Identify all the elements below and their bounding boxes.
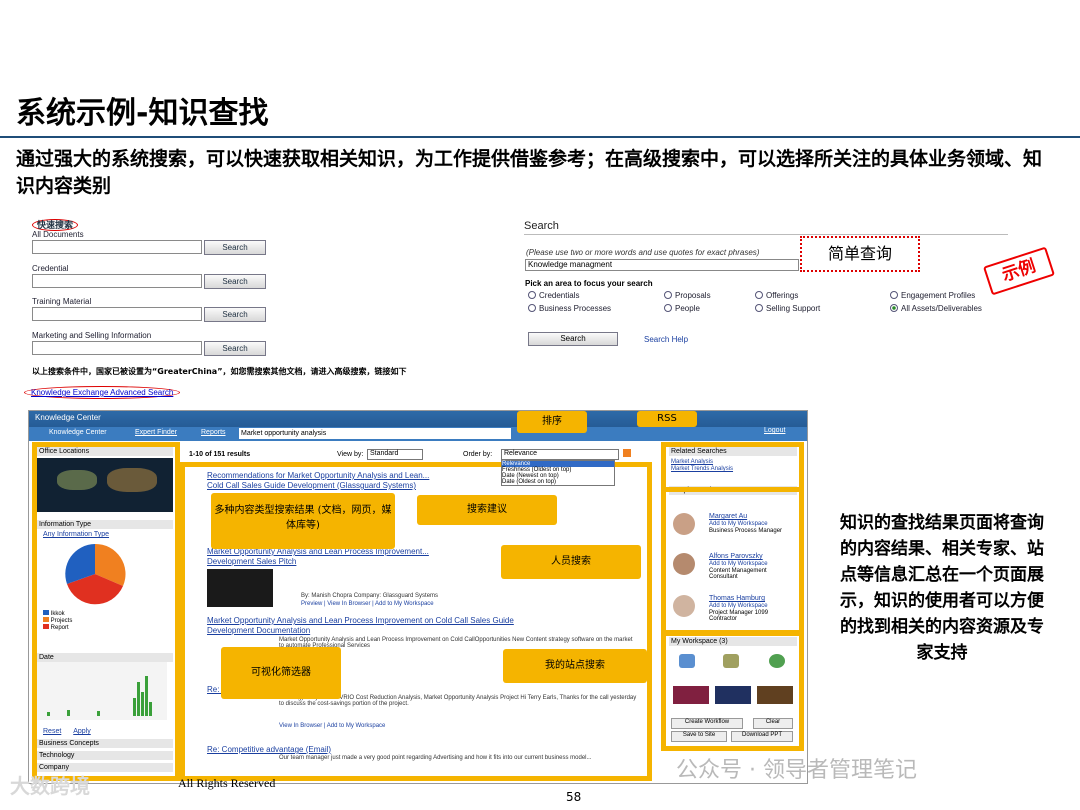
sort-callout: 排序 — [517, 411, 587, 433]
search-query-input[interactable]: Knowledge managment — [525, 259, 799, 271]
radio-proposals[interactable]: Proposals — [664, 291, 711, 300]
knowledge-center-window: Knowledge Center Knowledge Center Expert… — [28, 410, 808, 784]
radio-business-processes[interactable]: Business Processes — [528, 304, 611, 313]
footer-rights: All Rights Reserved — [178, 776, 276, 790]
search-panel-title: Search — [524, 220, 1008, 235]
qs-search-button-marketing[interactable]: Search — [204, 341, 266, 356]
order-option[interactable]: Date (Oldest on top) — [502, 479, 614, 485]
site-search-callout: 我的站点搜索 — [503, 649, 647, 683]
page-number: 58 — [566, 790, 582, 804]
corner-watermark: 大数跨境 — [10, 774, 90, 798]
search-hint: (Please use two or more words and use qu… — [526, 248, 760, 257]
view-by-label: View by: — [337, 451, 364, 458]
slide-title: 系统示例-知识查找 — [16, 96, 269, 131]
radio-label: Offerings — [766, 291, 799, 300]
qs-label-marketing: Marketing and Selling Information — [32, 331, 152, 340]
results-count: 1-10 of 151 results — [189, 451, 251, 458]
kc-search-input[interactable]: Market opportunity analysis — [239, 428, 511, 439]
qs-search-button-training[interactable]: Search — [204, 307, 266, 322]
kc-logout-link[interactable]: Logout — [764, 427, 785, 434]
radio-label: Proposals — [675, 291, 711, 300]
order-by-dropdown: Relevance Freshness (Oldest on top) Date… — [501, 460, 615, 486]
rss-callout: RSS — [637, 411, 697, 427]
qs-label-credential: Credential — [32, 264, 69, 273]
people-search-callout: 人员搜索 — [501, 545, 641, 579]
quick-search: 快速搜索 All Documents Search Credential Sea… — [32, 218, 272, 358]
search-help-link[interactable]: Search Help — [644, 335, 688, 344]
title-divider — [0, 136, 1080, 138]
radio-label: Engagement Profiles — [901, 291, 976, 300]
search-suggest-callout: 搜索建议 — [417, 495, 557, 525]
quick-search-note: 以上搜索条件中，国家已被设置为“GreaterChina”，如您需搜索其他文档，… — [32, 367, 407, 376]
qs-input-marketing[interactable] — [32, 341, 202, 355]
qs-search-button-credential[interactable]: Search — [204, 274, 266, 289]
radio-label: Business Processes — [539, 304, 612, 313]
related-highlight — [661, 442, 804, 492]
people-highlight — [661, 487, 804, 635]
result-page-description: 知识的查找结果页面将查询的内容结果、相关专家、站点等信息汇总在一个页面展示，知识… — [840, 513, 1044, 663]
radio-label: All Assets/Deliverables — [901, 304, 982, 313]
search-button[interactable]: Search — [528, 332, 618, 346]
qs-input-training[interactable] — [32, 307, 202, 321]
order-by-select[interactable]: Relevance — [501, 449, 619, 460]
rss-icon[interactable] — [623, 449, 631, 457]
multi-type-callout: 多种内容类型搜索结果 (文档，网页，媒体库等) — [211, 493, 395, 549]
filter-highlight — [32, 442, 180, 781]
order-by-label: Order by: — [463, 451, 493, 458]
simple-query-callout: 简单查询 — [800, 236, 920, 272]
visual-filter-callout: 可视化筛选器 — [221, 647, 341, 699]
qs-search-button-all[interactable]: Search — [204, 240, 266, 255]
radio-all-assets[interactable]: All Assets/Deliverables — [890, 304, 982, 313]
qs-label-all: All Documents — [32, 230, 84, 239]
view-by-select[interactable]: Standard — [367, 449, 423, 460]
radio-label: People — [675, 304, 700, 313]
workspace-highlight — [661, 631, 804, 751]
search-panel: Search (Please use two or more words and… — [524, 220, 1008, 350]
qs-input-credential[interactable] — [32, 274, 202, 288]
tab-expert-finder[interactable]: Expert Finder — [135, 429, 177, 436]
search-area-label: Pick an area to focus your search — [525, 279, 653, 288]
radio-engagement-profiles[interactable]: Engagement Profiles — [890, 291, 975, 300]
slide-subtitle: 通过强大的系统搜索，可以快速获取相关知识，为工作提供借鉴参考；在高级搜索中，可以… — [16, 148, 1043, 197]
radio-credentials[interactable]: Credentials — [528, 291, 579, 300]
advanced-search-link[interactable]: Knowledge Exchange Advanced Search — [24, 386, 181, 399]
tab-knowledge-center[interactable]: Knowledge Center — [49, 429, 107, 436]
qs-label-training: Training Material — [32, 297, 92, 306]
radio-people[interactable]: People — [664, 304, 700, 313]
wechat-watermark: 公众号 · 领导者管理笔记 — [676, 758, 917, 783]
radio-label: Credentials — [539, 291, 580, 300]
radio-offerings[interactable]: Offerings — [755, 291, 798, 300]
radio-label: Selling Support — [766, 304, 821, 313]
radio-selling-support[interactable]: Selling Support — [755, 304, 820, 313]
kc-app-title: Knowledge Center — [35, 413, 101, 422]
qs-input-all[interactable] — [32, 240, 202, 254]
tab-reports[interactable]: Reports — [201, 429, 226, 436]
